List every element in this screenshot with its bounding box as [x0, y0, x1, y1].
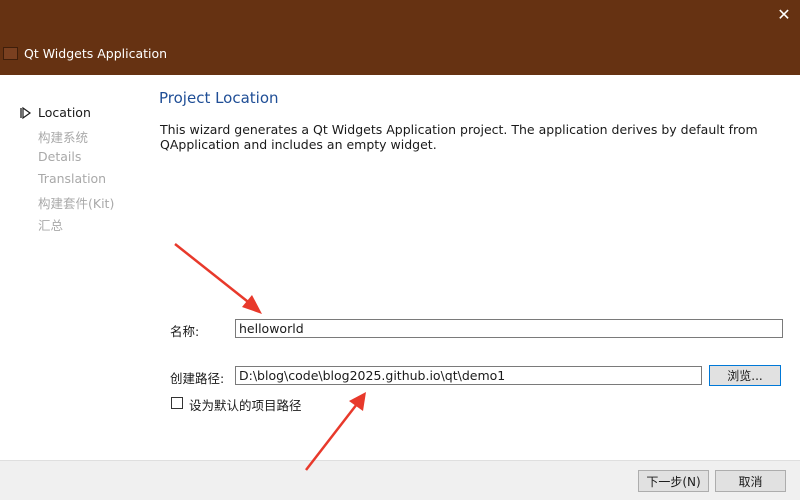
default-path-checkbox-label: 设为默认的项目路径	[189, 398, 302, 413]
triangle-right-icon	[20, 106, 32, 120]
name-label: 名称:	[170, 324, 200, 339]
title-bar: Qt Widgets Application ✕	[0, 0, 800, 75]
step-location: Location	[38, 105, 91, 120]
step-kits: 构建套件(Kit)	[38, 196, 115, 211]
page-description: This wizard generates a Qt Widgets Appli…	[160, 122, 758, 152]
path-label: 创建路径:	[170, 371, 225, 386]
step-summary: 汇总	[38, 218, 64, 233]
annotation-arrowhead-path	[349, 392, 366, 411]
project-name-input[interactable]	[235, 319, 783, 338]
browse-button[interactable]: 浏览...	[709, 365, 781, 386]
next-button[interactable]: 下一步(N)	[638, 470, 709, 492]
app-window-icon	[3, 47, 18, 60]
step-translation: Translation	[38, 171, 107, 186]
annotation-arrowhead-name	[242, 295, 262, 314]
step-details: Details	[38, 149, 82, 164]
page-title: Project Location	[159, 89, 279, 107]
step-build-system: 构建系统	[38, 130, 89, 145]
project-path-input[interactable]	[235, 366, 702, 385]
cancel-button[interactable]: 取消	[715, 470, 786, 492]
window-title: Qt Widgets Application	[24, 46, 168, 61]
wizard-footer: 下一步(N) 取消	[0, 460, 800, 500]
close-button[interactable]: ✕	[774, 5, 794, 25]
default-path-checkbox[interactable]	[171, 397, 183, 409]
annotation-arrow-name	[174, 243, 253, 306]
